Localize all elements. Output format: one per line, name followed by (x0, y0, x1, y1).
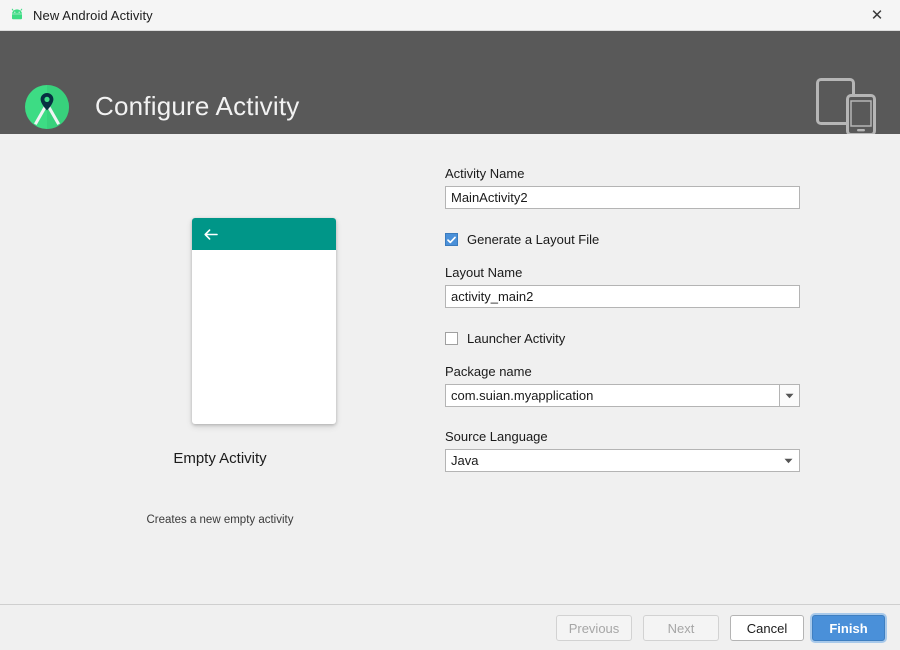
cancel-button[interactable]: Cancel (730, 615, 804, 641)
package-name-value[interactable]: com.suian.myapplication (445, 384, 779, 407)
finish-button[interactable]: Finish (812, 615, 885, 641)
layout-name-label: Layout Name (445, 265, 523, 280)
template-description: Creates a new empty activity (146, 514, 294, 526)
layout-name-row: Layout Name (445, 265, 800, 308)
launcher-activity-checkbox-row[interactable]: Launcher Activity (445, 331, 565, 346)
back-arrow-icon (202, 226, 219, 243)
package-name-combobox[interactable]: com.suian.myapplication (445, 384, 800, 407)
activity-name-input[interactable] (445, 186, 800, 209)
source-language-combobox[interactable]: Java (445, 449, 800, 472)
generate-layout-label: Generate a Layout File (467, 232, 600, 247)
dialog-body: Empty Activity Creates a new empty activ… (0, 134, 900, 604)
activity-preview-card (192, 218, 336, 424)
launcher-activity-checkbox[interactable] (445, 332, 458, 345)
template-name: Empty Activity (173, 450, 267, 467)
package-name-row: Package name com.suian.myapplication (445, 364, 800, 407)
next-button[interactable]: Next (643, 615, 719, 641)
generate-layout-checkbox-row[interactable]: Generate a Layout File (445, 232, 599, 247)
generate-layout-checkbox[interactable] (445, 233, 458, 246)
previous-button[interactable]: Previous (556, 615, 632, 641)
source-language-label: Source Language (445, 429, 548, 444)
android-studio-logo-icon (22, 82, 72, 132)
close-icon[interactable]: ✕ (854, 0, 900, 30)
layout-name-input[interactable] (445, 285, 800, 308)
chevron-down-icon[interactable] (779, 384, 800, 407)
activity-name-label: Activity Name (445, 166, 525, 181)
dialog-footer: Previous Next Cancel Finish (0, 604, 900, 650)
activity-name-row: Activity Name (445, 166, 800, 209)
package-name-label: Package name (445, 364, 532, 379)
page-title: Configure Activity (95, 91, 300, 121)
launcher-activity-label: Launcher Activity (467, 331, 566, 346)
window-title: New Android Activity (33, 7, 153, 23)
template-preview-panel: Empty Activity Creates a new empty activ… (0, 134, 440, 604)
activity-options-form: Activity Name Generate a Layout File Lay… (445, 134, 845, 604)
chevron-down-icon[interactable] (784, 458, 793, 464)
tablet-and-phone-icon (816, 78, 876, 136)
source-language-value: Java (451, 453, 479, 468)
dialog-header: Configure Activity (0, 31, 900, 136)
preview-app-bar (192, 218, 336, 250)
android-robot-icon (9, 7, 25, 23)
window-title-bar: New Android Activity ✕ (0, 0, 900, 31)
source-language-row: Source Language Java (445, 429, 800, 472)
